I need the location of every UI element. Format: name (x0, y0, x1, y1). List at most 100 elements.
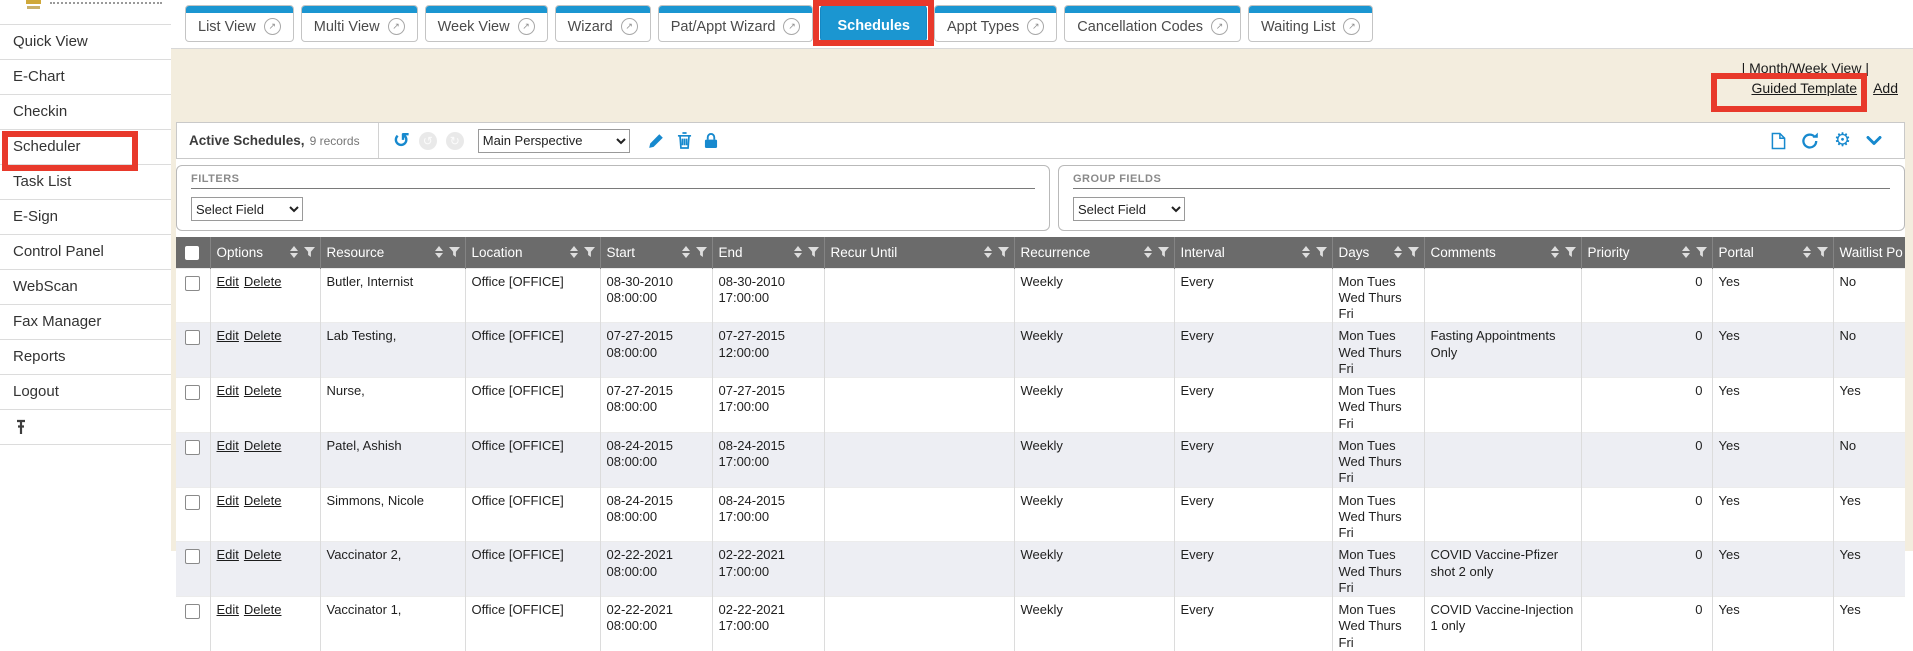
delete-link[interactable]: Delete (244, 383, 282, 398)
sort-icon[interactable] (682, 246, 690, 258)
edit-link[interactable]: Edit (217, 274, 239, 289)
tab-wizard[interactable]: Wizard↗ (555, 5, 651, 42)
sidebar-item-fax-manager[interactable]: Fax Manager (0, 305, 171, 340)
popout-icon[interactable]: ↗ (388, 18, 405, 35)
row-checkbox[interactable] (185, 385, 200, 400)
column-header-priority[interactable]: Priority (1581, 237, 1712, 268)
delete-link[interactable]: Delete (244, 438, 282, 453)
undo-icon[interactable]: ↺ (393, 131, 410, 151)
gear-icon[interactable]: ⚙ (1834, 131, 1851, 150)
delete-link[interactable]: Delete (244, 602, 282, 617)
filter-icon[interactable] (1316, 247, 1327, 258)
tab-week-view[interactable]: Week View↗ (425, 5, 548, 42)
sort-icon[interactable] (794, 246, 802, 258)
sidebar-item-control-panel[interactable]: Control Panel (0, 235, 171, 270)
popout-icon[interactable]: ↗ (783, 18, 800, 35)
add-link[interactable]: Add (1873, 80, 1898, 96)
column-header-days[interactable]: Days (1332, 237, 1424, 268)
edit-link[interactable]: Edit (217, 493, 239, 508)
column-header-recur-until[interactable]: Recur Until (824, 237, 1014, 268)
delete-perspective-icon[interactable] (677, 132, 692, 149)
filter-icon[interactable] (1408, 247, 1419, 258)
popout-icon[interactable]: ↗ (1027, 18, 1044, 35)
sort-icon[interactable] (1144, 246, 1152, 258)
row-checkbox[interactable] (185, 604, 200, 619)
filter-icon[interactable] (1817, 247, 1828, 258)
refresh-icon[interactable] (1801, 132, 1819, 150)
sort-icon[interactable] (984, 246, 992, 258)
filter-icon[interactable] (1565, 247, 1576, 258)
column-header-waitlist-po[interactable]: Waitlist Po (1833, 237, 1905, 268)
tab-cancellation-codes[interactable]: Cancellation Codes↗ (1064, 5, 1241, 42)
tab-multi-view[interactable]: Multi View↗ (301, 5, 418, 42)
column-header-end[interactable]: End (712, 237, 824, 268)
row-checkbox[interactable] (185, 440, 200, 455)
sort-icon[interactable] (570, 246, 578, 258)
column-header-start[interactable]: Start (600, 237, 712, 268)
filter-icon[interactable] (304, 247, 315, 258)
filter-icon[interactable] (696, 247, 707, 258)
sort-icon[interactable] (290, 246, 298, 258)
edit-perspective-icon[interactable] (647, 132, 665, 150)
row-checkbox[interactable] (185, 330, 200, 345)
filter-field-select[interactable]: Select Field (191, 197, 303, 221)
tab-waiting-list[interactable]: Waiting List↗ (1248, 5, 1373, 42)
sidebar-item-task-list[interactable]: Task List (0, 165, 171, 200)
delete-link[interactable]: Delete (244, 493, 282, 508)
sidebar-item-checkin[interactable]: Checkin (0, 95, 171, 130)
group-field-select[interactable]: Select Field (1073, 197, 1185, 221)
sidebar-item-webscan[interactable]: WebScan (0, 270, 171, 305)
column-header-recurrence[interactable]: Recurrence (1014, 237, 1174, 268)
month-week-view-link[interactable]: Month/Week View (1749, 60, 1861, 76)
filter-icon[interactable] (808, 247, 819, 258)
popout-icon[interactable]: ↗ (621, 18, 638, 35)
pin-icon[interactable] (14, 419, 28, 436)
tab-appt-types[interactable]: Appt Types↗ (934, 5, 1057, 42)
column-header-comments[interactable]: Comments (1424, 237, 1581, 268)
sort-icon[interactable] (1803, 246, 1811, 258)
sort-icon[interactable] (435, 246, 443, 258)
column-header-select[interactable] (176, 237, 210, 268)
new-document-icon[interactable] (1771, 132, 1786, 150)
popout-icon[interactable]: ↗ (1211, 18, 1228, 35)
tab-schedules[interactable]: Schedules (820, 5, 927, 42)
sort-icon[interactable] (1394, 246, 1402, 258)
edit-link[interactable]: Edit (217, 438, 239, 453)
popout-icon[interactable]: ↗ (264, 18, 281, 35)
sidebar-item-quick-view[interactable]: Quick View (0, 25, 171, 60)
sidebar-item-scheduler[interactable]: Scheduler (0, 130, 171, 165)
sidebar-item-logout[interactable]: Logout (0, 375, 171, 410)
row-checkbox[interactable] (185, 495, 200, 510)
delete-link[interactable]: Delete (244, 547, 282, 562)
filter-icon[interactable] (449, 247, 460, 258)
perspective-select[interactable]: Main Perspective (478, 129, 630, 153)
column-header-interval[interactable]: Interval (1174, 237, 1332, 268)
chevron-down-icon[interactable] (1866, 136, 1882, 146)
edit-link[interactable]: Edit (217, 383, 239, 398)
select-all-checkbox[interactable] (185, 246, 199, 260)
popout-icon[interactable]: ↗ (518, 18, 535, 35)
column-header-options[interactable]: Options (210, 237, 320, 268)
guided-template-link[interactable]: Guided Template (1751, 80, 1857, 96)
filter-icon[interactable] (584, 247, 595, 258)
row-checkbox[interactable] (185, 549, 200, 564)
lock-icon[interactable] (704, 132, 718, 149)
sidebar-item-e-chart[interactable]: E-Chart (0, 60, 171, 95)
filter-icon[interactable] (1158, 247, 1169, 258)
filter-icon[interactable] (998, 247, 1009, 258)
sidebar-item-reports[interactable]: Reports (0, 340, 171, 375)
sort-icon[interactable] (1551, 246, 1559, 258)
tab-pat-appt-wizard[interactable]: Pat/Appt Wizard↗ (658, 5, 814, 42)
sidebar-item-e-sign[interactable]: E-Sign (0, 200, 171, 235)
column-header-portal[interactable]: Portal (1712, 237, 1833, 268)
sort-icon[interactable] (1302, 246, 1310, 258)
filter-icon[interactable] (1696, 247, 1707, 258)
column-header-resource[interactable]: Resource (320, 237, 465, 268)
sort-icon[interactable] (1682, 246, 1690, 258)
row-checkbox[interactable] (185, 276, 200, 291)
delete-link[interactable]: Delete (244, 328, 282, 343)
delete-link[interactable]: Delete (244, 274, 282, 289)
popout-icon[interactable]: ↗ (1343, 18, 1360, 35)
column-header-location[interactable]: Location (465, 237, 600, 268)
edit-link[interactable]: Edit (217, 328, 239, 343)
